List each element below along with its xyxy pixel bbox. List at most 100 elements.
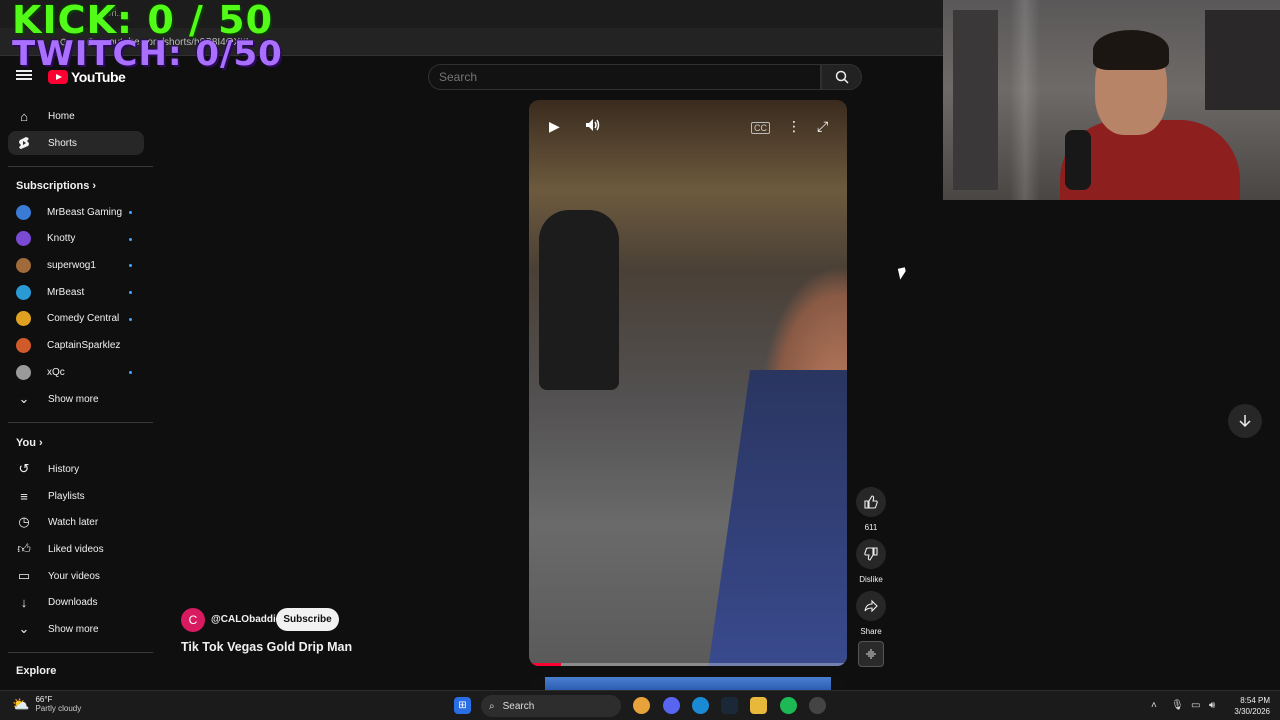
subscribe-button[interactable]: Subscribe — [276, 608, 339, 631]
webcam-background-door — [953, 10, 998, 190]
sound-wave-icon — [866, 649, 876, 659]
video-progress-fill — [529, 663, 561, 666]
taskbar-clock[interactable]: 8:54 PM 3/30/2026 — [1224, 695, 1270, 717]
search-input[interactable] — [439, 70, 799, 84]
dislike-button[interactable] — [856, 539, 886, 569]
sidebar-item-label: Downloads — [48, 596, 98, 608]
spotify-icon[interactable] — [780, 697, 797, 714]
like-action[interactable]: 611 — [856, 487, 886, 532]
arrow-down-icon — [1239, 415, 1251, 428]
edge-icon[interactable] — [692, 697, 709, 714]
microphone-icon[interactable]: 🎙︎ — [1171, 700, 1184, 711]
playlists-icon: ≡ — [20, 488, 28, 504]
volume-icon[interactable] — [585, 118, 601, 135]
search-button[interactable] — [821, 64, 862, 90]
chevron-right-icon: › — [92, 180, 97, 192]
next-short-preview[interactable] — [529, 677, 847, 691]
like-count: 611 — [864, 523, 878, 532]
search-box[interactable] — [428, 64, 821, 90]
sidebar-item-subscription[interactable]: superwog1 — [8, 253, 144, 277]
channel-avatar — [16, 284, 31, 300]
sidebar-item-subscription[interactable]: CaptainSparklez — [8, 334, 144, 358]
you-heading[interactable]: You › — [16, 437, 43, 449]
remix-sound-button[interactable] — [858, 641, 884, 667]
sidebar-item-watch-later[interactable]: ◷ Watch later — [8, 510, 144, 534]
sidebar-item-home[interactable]: ⌂ Home — [8, 104, 144, 128]
clock-date: 3/30/2026 — [1234, 707, 1270, 716]
search-icon — [835, 70, 849, 84]
tray-chevron-up-icon[interactable]: ˄ — [1151, 700, 1157, 711]
sidebar: ⌂ Home Shorts Subscriptions › MrBeast Ga… — [0, 100, 153, 690]
chevron-down-icon: ⌄ — [18, 391, 30, 406]
channel-avatar — [16, 257, 31, 273]
sidebar-item-liked-videos[interactable]: 👍︎ Liked videos — [8, 537, 144, 561]
new-content-dot — [129, 371, 132, 375]
sidebar-item-label: Shorts — [48, 137, 77, 149]
sidebar-item-playlists[interactable]: ≡ Playlists — [8, 484, 144, 508]
sidebar-item-subscription[interactable]: Comedy Central — [8, 307, 144, 331]
new-content-dot — [129, 211, 132, 214]
captions-icon[interactable]: CC — [751, 122, 770, 134]
sidebar-item-downloads[interactable]: ↓ Downloads — [8, 590, 144, 614]
shorts-video-player[interactable]: ▶ CC ⋮ ⤢ — [529, 100, 847, 666]
explore-heading: Explore — [16, 665, 57, 677]
partly-cloudy-icon: ⛅ — [12, 695, 30, 712]
channel-avatar[interactable]: C — [181, 608, 205, 632]
sidebar-item-label: Home — [48, 110, 75, 122]
dislike-label: Dislike — [859, 575, 883, 584]
sidebar-item-shorts[interactable]: Shorts — [8, 131, 144, 155]
fullscreen-icon[interactable]: ⤢ — [817, 118, 828, 135]
new-content-dot — [129, 264, 132, 268]
video-progress-bar[interactable] — [529, 663, 847, 666]
more-options-icon[interactable]: ⋮ — [787, 118, 801, 135]
sidebar-item-history[interactable]: ↺ History — [8, 457, 144, 481]
watch-later-icon: ◷ — [18, 514, 30, 529]
download-icon: ↓ — [20, 594, 28, 610]
home-icon: ⌂ — [20, 108, 28, 124]
play-icon[interactable]: ▶ — [549, 118, 560, 135]
weather-temp: 66°F — [35, 695, 53, 704]
sidebar-item-subscription[interactable]: xQc — [8, 360, 144, 384]
sidebar-item-label: superwog1 — [47, 259, 96, 271]
file-explorer-icon[interactable] — [750, 697, 767, 714]
display-icon[interactable]: ▭ — [1191, 700, 1200, 711]
show-more-you[interactable]: ⌄ Show more — [8, 617, 144, 641]
chrome-icon[interactable] — [633, 697, 650, 714]
sidebar-item-label: MrBeast Gaming — [47, 206, 123, 218]
shorts-icon — [16, 135, 32, 151]
webcam-person-hair — [1093, 30, 1169, 70]
sidebar-item-label: Playlists — [48, 490, 85, 502]
speaker-icon[interactable]: 🔊︎ — [1209, 700, 1215, 711]
video-title[interactable]: Tik Tok Vegas Gold Drip Man — [181, 640, 352, 654]
thumbs-up-icon: 👍︎ — [17, 541, 31, 556]
sidebar-item-label: Watch later — [48, 516, 99, 528]
sidebar-item-your-videos[interactable]: ▭ Your videos — [8, 564, 144, 588]
channel-name[interactable]: @CALObaddie — [211, 614, 281, 625]
show-more-label: Show more — [48, 623, 99, 635]
weather-widget[interactable]: ⛅ 66°F Partly cloudy — [12, 695, 81, 713]
chevron-right-icon: › — [39, 437, 43, 449]
sidebar-item-label: Liked videos — [48, 543, 104, 555]
sidebar-item-label: Knotty — [47, 233, 76, 245]
share-label: Share — [860, 627, 882, 636]
sidebar-item-label: History — [48, 463, 80, 475]
windows-start-icon[interactable]: ⊞ — [454, 697, 471, 714]
subscriptions-heading[interactable]: Subscriptions › — [16, 180, 96, 192]
share-button[interactable] — [856, 591, 886, 621]
steam-icon[interactable] — [721, 697, 738, 714]
sidebar-item-label: MrBeast — [47, 286, 85, 298]
like-button[interactable] — [856, 487, 886, 517]
sidebar-item-label: CaptainSparklez — [47, 340, 121, 351]
sidebar-item-subscription[interactable]: MrBeast Gaming — [8, 200, 144, 224]
sidebar-item-subscription[interactable]: MrBeast — [8, 280, 144, 304]
taskbar-search[interactable]: ⌕ Search — [481, 695, 621, 717]
share-action[interactable]: Share — [856, 591, 886, 636]
webcam-background-shelf — [1205, 10, 1280, 110]
sidebar-item-subscription[interactable]: Knotty — [8, 227, 144, 251]
dislike-action[interactable]: Dislike — [856, 539, 886, 584]
next-video-button[interactable] — [1228, 404, 1262, 438]
show-more-subscriptions[interactable]: ⌄ Show more — [8, 387, 144, 411]
mouse-cursor — [897, 267, 908, 280]
obs-icon[interactable] — [809, 697, 826, 714]
discord-icon[interactable] — [663, 697, 680, 714]
